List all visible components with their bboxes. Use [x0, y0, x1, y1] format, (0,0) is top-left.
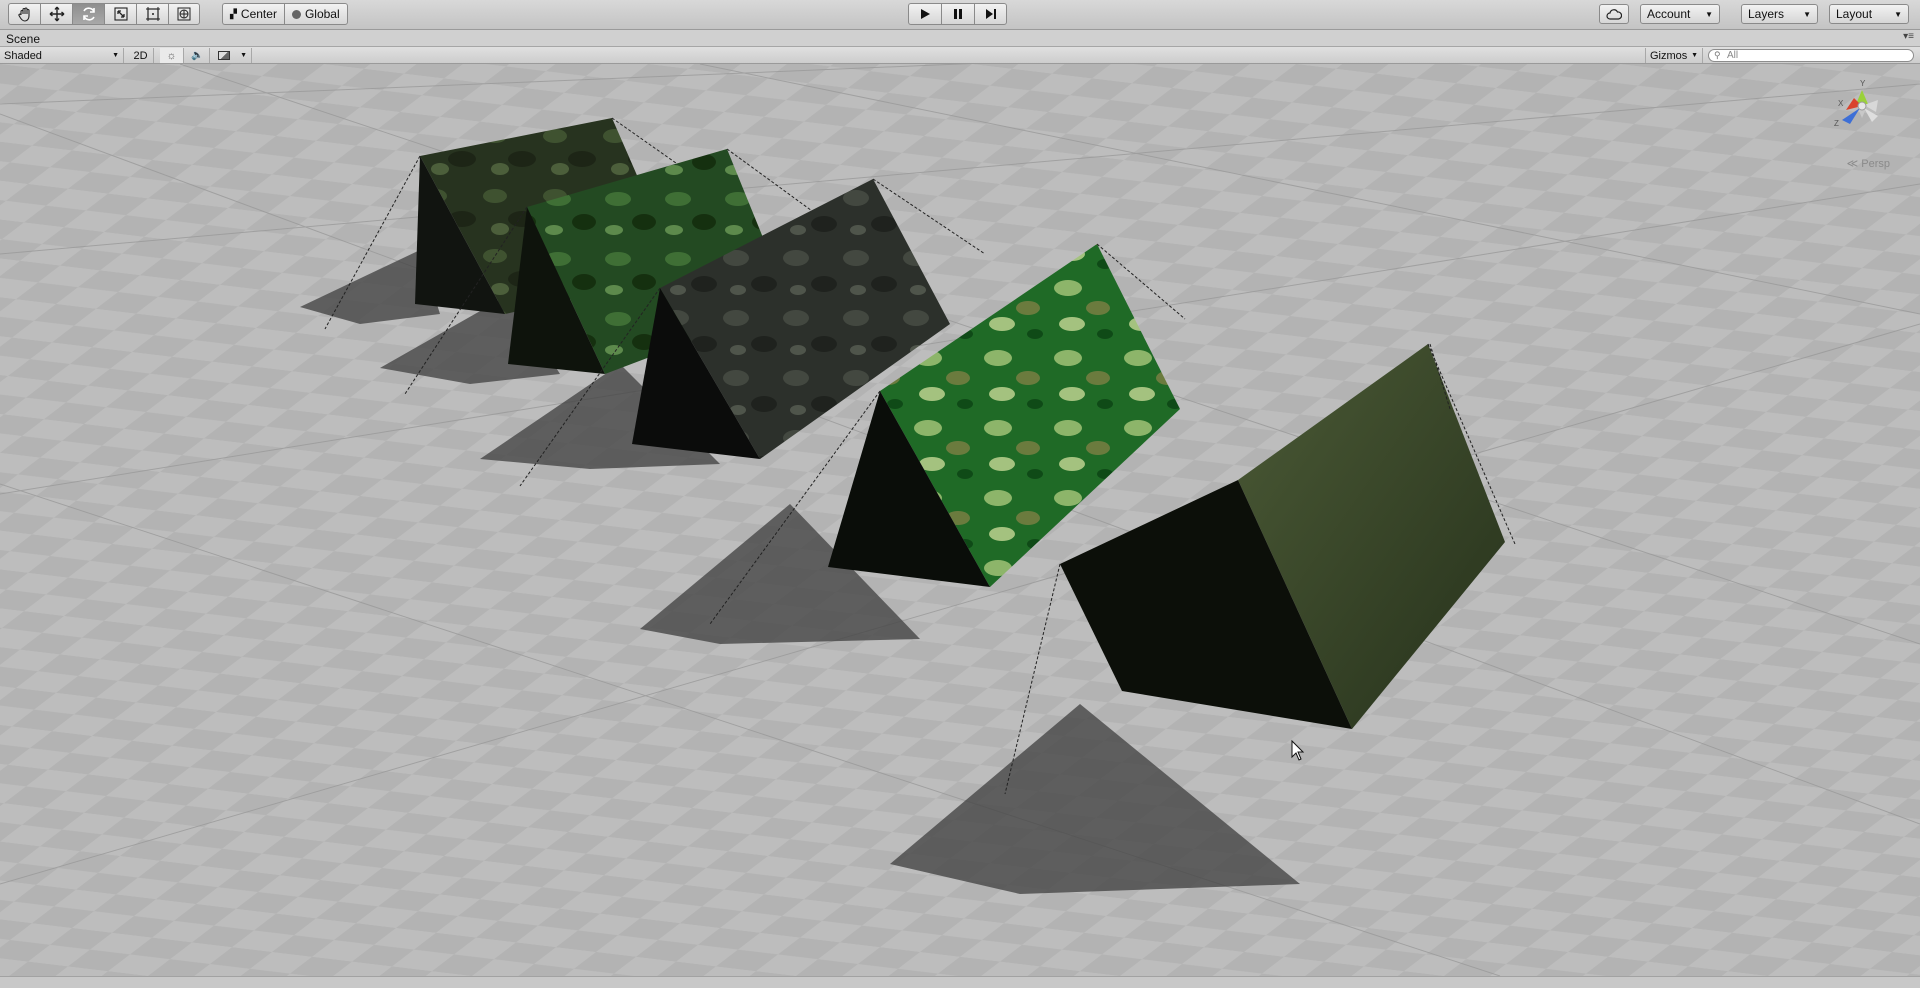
svg-text:X: X	[1838, 99, 1844, 108]
play-icon	[921, 9, 930, 19]
layers-dropdown[interactable]: Layers ▼	[1741, 4, 1818, 24]
scene-viewport[interactable]	[0, 64, 1920, 976]
chevron-down-icon: ▼	[1894, 9, 1902, 19]
persp-icon: ≪	[1846, 158, 1859, 170]
scale-tool-button[interactable]	[104, 3, 136, 25]
search-placeholder: All	[1727, 50, 1739, 61]
hand-icon	[17, 7, 30, 22]
status-bar	[0, 976, 1920, 988]
play-controls	[908, 3, 1007, 25]
move-tool-button[interactable]	[40, 3, 72, 25]
scale-icon	[113, 7, 128, 21]
pause-icon	[954, 9, 962, 19]
scene-search-input[interactable]: ⚲ All	[1708, 49, 1914, 62]
scene-render	[0, 64, 1920, 976]
hand-tool-button[interactable]	[8, 3, 40, 25]
chevron-down-icon: ▼	[1705, 9, 1713, 19]
chevron-down-icon: ▼	[112, 52, 119, 59]
pivot-group: ▞ Center Global	[222, 3, 348, 25]
rect-icon	[145, 7, 160, 21]
effects-dropdown[interactable]: ▼	[214, 48, 252, 63]
speaker-icon: 🔈	[191, 50, 204, 61]
cloud-icon	[1606, 8, 1622, 20]
play-button[interactable]	[908, 3, 941, 25]
svg-text:Z: Z	[1834, 119, 1839, 128]
step-icon	[985, 9, 996, 19]
search-icon: ⚲	[1714, 50, 1721, 60]
scene-toolbar: Shaded ▼ 2D ☼ 🔈 ▼ Gizmos ▼ ⚲ All	[0, 47, 1920, 64]
chevron-down-icon: ▼	[1691, 52, 1698, 59]
svg-text:Y: Y	[1860, 79, 1866, 88]
cloud-button[interactable]	[1599, 4, 1629, 24]
main-toolbar: ▞ Center Global Account ▼ Layers ▼ Layou…	[0, 0, 1920, 30]
pivot-center-icon: ▞	[230, 8, 237, 19]
chevron-down-icon: ▼	[240, 52, 247, 59]
projection-text: Persp	[1861, 158, 1890, 170]
pivot-rotation-toggle[interactable]: Global	[283, 3, 348, 25]
draw-mode-label: Shaded	[4, 49, 42, 62]
rotate-icon	[82, 7, 95, 21]
lighting-toggle[interactable]: ☼	[160, 48, 184, 63]
chevron-down-icon: ▼	[1803, 9, 1811, 19]
move-arrows-icon	[49, 6, 64, 22]
axis-gizmo-icon: Y X Z	[1834, 79, 1878, 128]
layers-label: Layers	[1748, 7, 1785, 21]
layout-dropdown[interactable]: Layout ▼	[1829, 4, 1909, 24]
scene-tab-bar: Scene ▾≡	[0, 30, 1920, 47]
rect-tool-button[interactable]	[136, 3, 168, 25]
image-icon	[218, 51, 230, 60]
tab-menu-icon[interactable]: ▾≡	[1903, 31, 1914, 42]
transform-icon	[177, 7, 191, 21]
layout-label: Layout	[1836, 7, 1873, 21]
pivot-mode-label: Center	[240, 7, 277, 21]
gizmos-dropdown[interactable]: Gizmos ▼	[1645, 48, 1703, 63]
rotate-tool-button[interactable]	[72, 3, 104, 25]
scene-tab[interactable]: Scene	[6, 32, 40, 46]
audio-toggle[interactable]: 🔈	[186, 48, 210, 63]
pivot-rotation-label: Global	[304, 7, 340, 21]
transform-tools	[8, 3, 200, 25]
projection-label[interactable]: ≪ Persp	[1847, 157, 1890, 170]
draw-mode-dropdown[interactable]: Shaded ▼	[0, 48, 124, 63]
globe-icon	[291, 9, 301, 19]
2d-toggle[interactable]: 2D	[128, 48, 154, 63]
account-label: Account	[1647, 7, 1691, 21]
2d-label: 2D	[133, 49, 148, 62]
gizmos-label: Gizmos	[1650, 49, 1688, 62]
step-button[interactable]	[974, 3, 1007, 25]
pause-button[interactable]	[941, 3, 974, 25]
pivot-mode-toggle[interactable]: ▞ Center	[222, 3, 284, 25]
orientation-gizmo[interactable]: Y X Z	[1832, 72, 1892, 142]
transform-tool-button[interactable]	[168, 3, 200, 25]
sun-icon: ☼	[166, 49, 177, 62]
account-dropdown[interactable]: Account ▼	[1640, 4, 1720, 24]
